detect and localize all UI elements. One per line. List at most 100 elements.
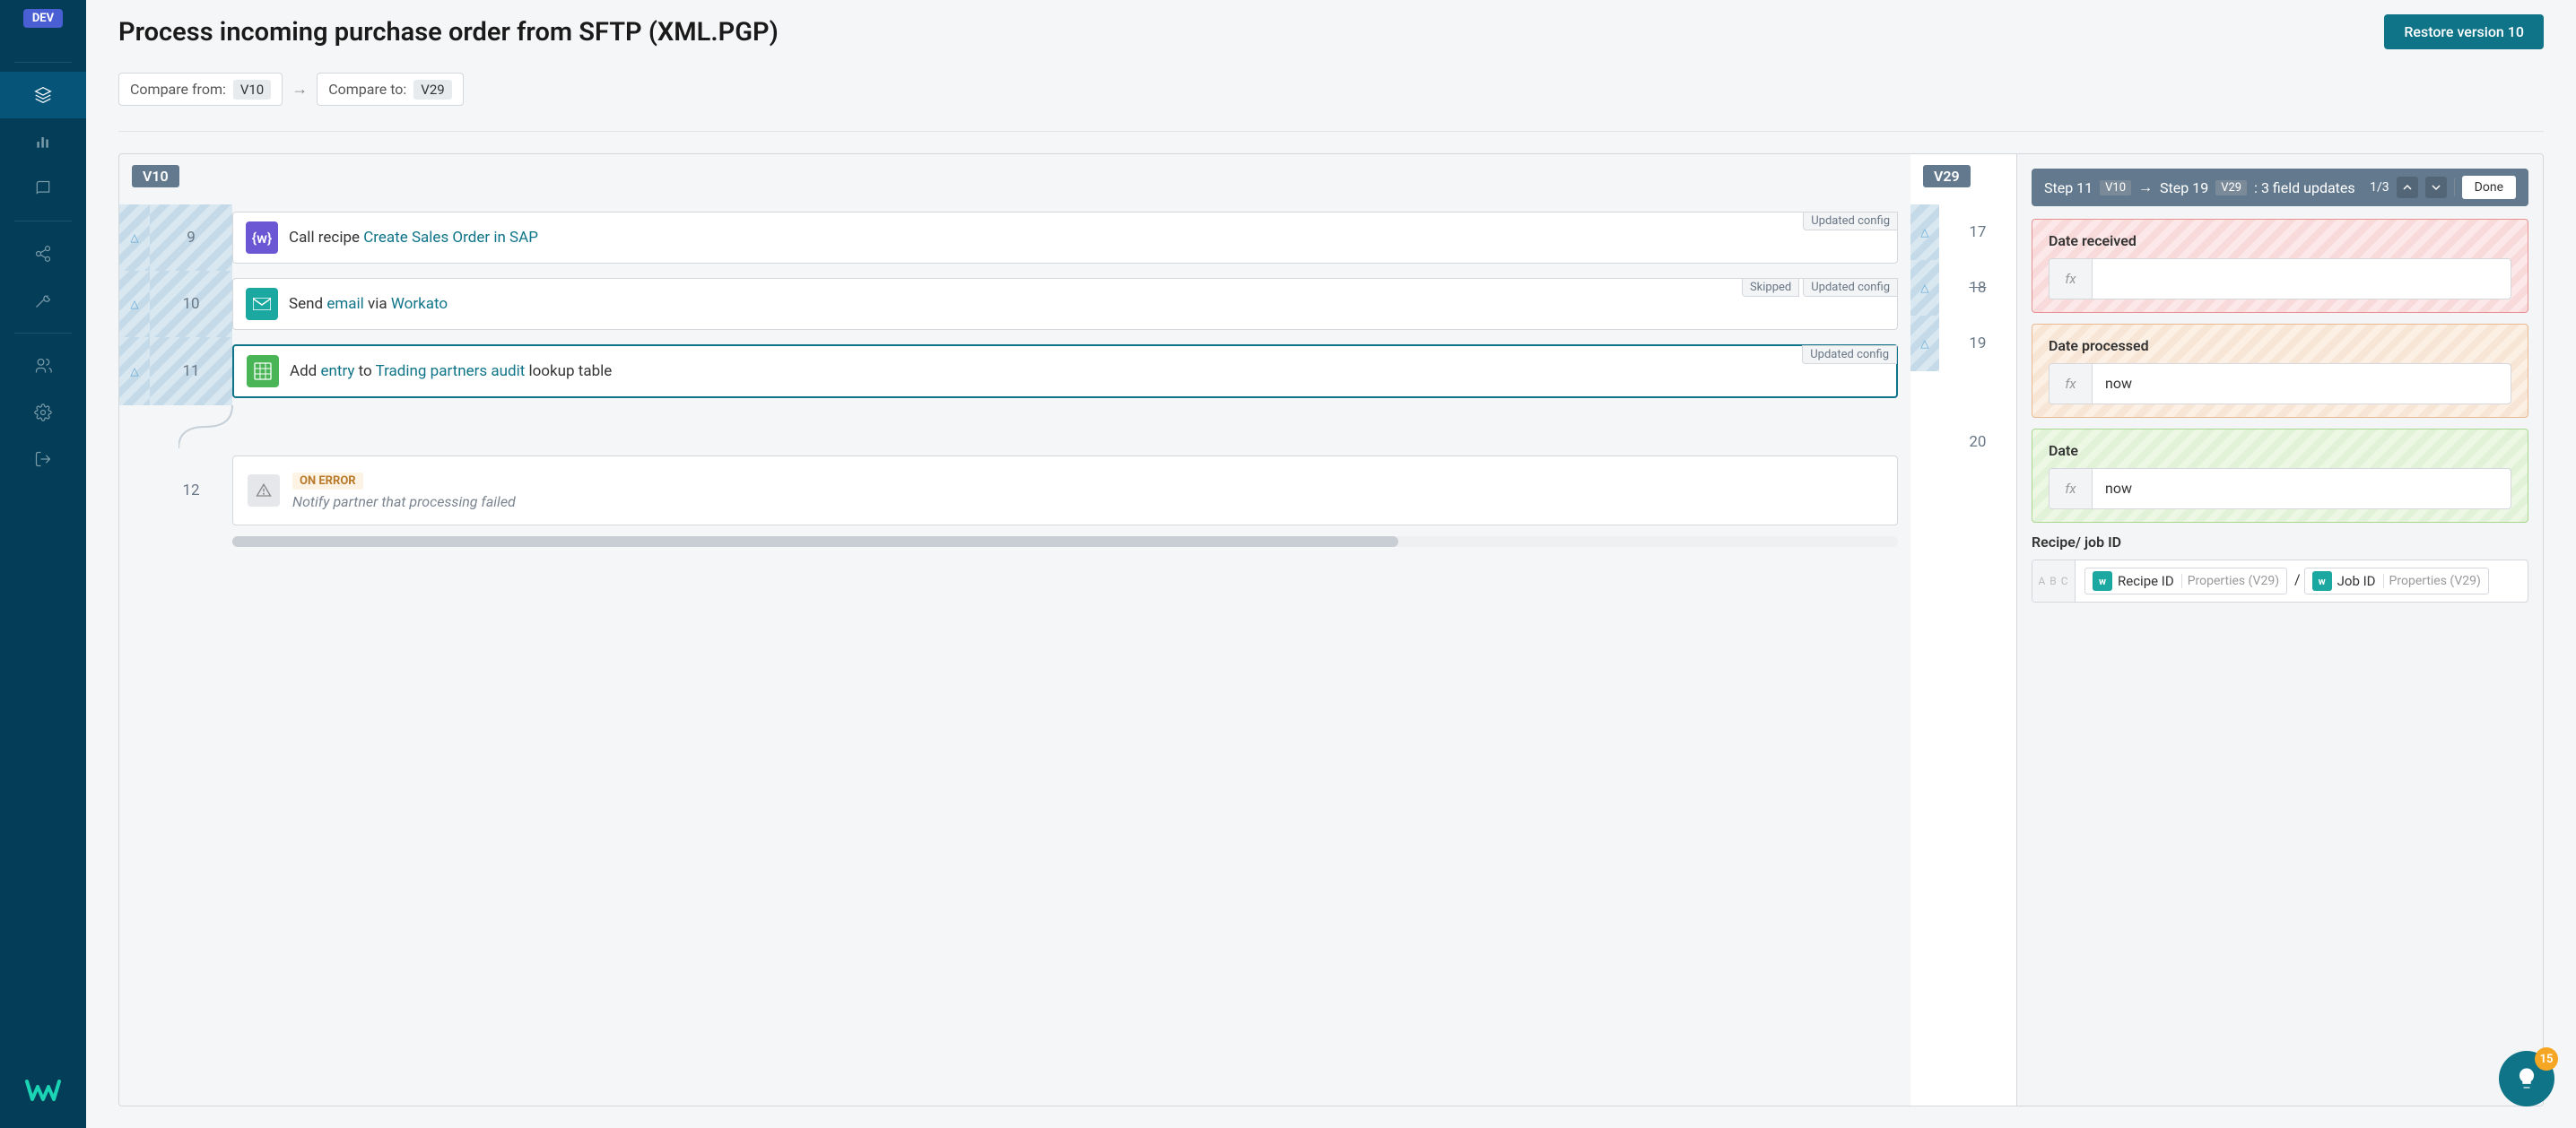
on-error-card[interactable]: ON ERROR Notify partner that processing … (232, 456, 1898, 525)
workato-logo-icon (23, 1078, 63, 1103)
nav-settings[interactable] (0, 389, 86, 436)
inspector-summary: : 3 field updates (2254, 179, 2355, 196)
chevron-up-icon (2402, 182, 2413, 193)
pill-name: Recipe ID (2118, 573, 2174, 589)
step-card[interactable]: {w} Call recipe Create Sales Order in SA… (232, 212, 1898, 264)
gear-icon (34, 403, 52, 421)
step-number: 20 (1939, 414, 2016, 470)
diff-marker-icon: △ (130, 298, 138, 310)
chart-icon (34, 133, 52, 151)
pill-meta: Properties (V29) (2383, 574, 2481, 588)
inspector-ver-left: V10 (2100, 180, 2131, 195)
step-row[interactable]: △ 11 Add entry to Trading partners audit… (119, 337, 1910, 405)
step-number: 19 (1939, 316, 2016, 371)
compare-from[interactable]: Compare from: V10 (118, 73, 283, 106)
step-text: Call recipe Create Sales Order in SAP (289, 229, 538, 247)
field-value[interactable]: now (2093, 364, 2511, 403)
arrow-icon: → (292, 80, 308, 99)
help-button[interactable]: 15 (2499, 1051, 2554, 1106)
prev-change-button[interactable] (2397, 177, 2418, 198)
inspector-panel: Step 11 V10 → Step 19 V29 : 3 field upda… (2016, 153, 2544, 1106)
diff-marker-icon: △ (130, 231, 138, 244)
field-label: Recipe/ job ID (2032, 534, 2528, 551)
left-version-header: V10 (132, 165, 179, 187)
compare-from-version: V10 (233, 80, 271, 100)
app-logo (23, 1078, 63, 1106)
help-badge-count: 15 (2535, 1047, 2558, 1071)
page-title: Process incoming purchase order from SFT… (118, 17, 779, 48)
next-change-button[interactable] (2425, 177, 2447, 198)
pill-separator: / (2294, 571, 2301, 588)
inspector-step-right: Step 19 (2160, 179, 2208, 196)
field-value[interactable] (2093, 259, 2511, 299)
nav-tools[interactable] (0, 277, 86, 324)
badge-updated: Updated config (1803, 278, 1898, 297)
diff-marker-icon: △ (1920, 282, 1928, 294)
field-recipe-job: Recipe/ job ID A B C w Recipe ID Propert… (2032, 534, 2528, 603)
inspector-header: Step 11 V10 → Step 19 V29 : 3 field upda… (2032, 169, 2528, 206)
nav-dashboard[interactable] (0, 118, 86, 165)
field-input[interactable]: fx (2049, 258, 2511, 299)
diff-marker-icon: △ (130, 365, 138, 377)
warning-icon (248, 474, 280, 507)
horizontal-scrollbar[interactable] (232, 536, 1898, 547)
recipe-icon: {w} (246, 221, 278, 254)
arrow-icon: → (2138, 178, 2153, 196)
inspector-step-left: Step 11 (2044, 179, 2093, 196)
step-row-error[interactable]: 12 ON ERROR Notify partner that processi… (119, 448, 1910, 533)
done-button[interactable]: Done (2462, 176, 2516, 199)
field-input[interactable]: A B C w Recipe ID Properties (V29) / w (2032, 560, 2528, 603)
mail-icon (246, 288, 278, 320)
nav-connections[interactable] (0, 230, 86, 277)
inspector-counter: 1/3 (2370, 180, 2389, 195)
field-label: Date processed (2049, 337, 2511, 354)
field-label: Date (2049, 442, 2511, 459)
text-type-icon: A B C (2032, 560, 2076, 602)
book-icon (34, 179, 52, 197)
pill-name: Job ID (2337, 573, 2376, 589)
nav-logout[interactable] (0, 436, 86, 482)
logout-icon (34, 450, 52, 468)
badge-updated: Updated config (1803, 212, 1898, 230)
field-input[interactable]: fx now (2049, 468, 2511, 509)
wrench-icon (34, 291, 52, 309)
nav-library[interactable] (0, 165, 86, 212)
step-number: 10 (150, 271, 232, 337)
formula-icon: fx (2049, 364, 2093, 403)
diff-marker-icon: △ (1920, 337, 1928, 350)
nav-people[interactable] (0, 343, 86, 389)
step-row[interactable]: △ 9 {w} Call recipe Create Sales Order i… (119, 204, 1910, 271)
field-changed: Date processed fx now (2032, 324, 2528, 418)
compare-to[interactable]: Compare to: V29 (317, 73, 463, 106)
step-number: 11 (150, 337, 232, 405)
step-number: 12 (150, 448, 232, 533)
layers-icon (34, 86, 52, 104)
right-version-header: V29 (1923, 165, 1971, 187)
data-pill[interactable]: w Job ID Properties (V29) (2304, 568, 2489, 594)
compare-from-label: Compare from: (130, 81, 226, 98)
diff-marker-icon: △ (1920, 226, 1928, 239)
env-badge: DEV (23, 9, 63, 28)
restore-button[interactable]: Restore version 10 (2384, 14, 2544, 49)
field-value[interactable]: now (2093, 469, 2511, 508)
share-icon (34, 245, 52, 263)
step-text: Send email via Workato (289, 295, 448, 313)
formula-icon: fx (2049, 469, 2093, 508)
sidebar: DEV (0, 0, 86, 1128)
step-card[interactable]: Send email via Workato SkippedUpdated co… (232, 278, 1898, 330)
on-error-text: ON ERROR Notify partner that processing … (292, 471, 516, 510)
workato-pill-icon: w (2093, 571, 2112, 591)
data-pill[interactable]: w Recipe ID Properties (V29) (2084, 568, 2287, 594)
diff-right-peek: V29 △17 △18 △19 20 (1910, 153, 2016, 1106)
diff-left-column: V10 △ 9 {w} Call recipe Create Sales Ord… (118, 153, 1910, 1106)
field-input[interactable]: fx now (2049, 363, 2511, 404)
field-label: Date received (2049, 232, 2511, 249)
table-icon (247, 355, 279, 387)
step-number: 18 (1939, 260, 2016, 316)
step-card-selected[interactable]: Add entry to Trading partners audit look… (232, 344, 1898, 398)
nav-recipes[interactable] (0, 72, 86, 118)
badge-updated: Updated config (1802, 345, 1897, 364)
connector-line (178, 405, 268, 448)
step-row[interactable]: △ 10 Send email via Workato SkippedUpdat… (119, 271, 1910, 337)
formula-icon: fx (2049, 259, 2093, 299)
